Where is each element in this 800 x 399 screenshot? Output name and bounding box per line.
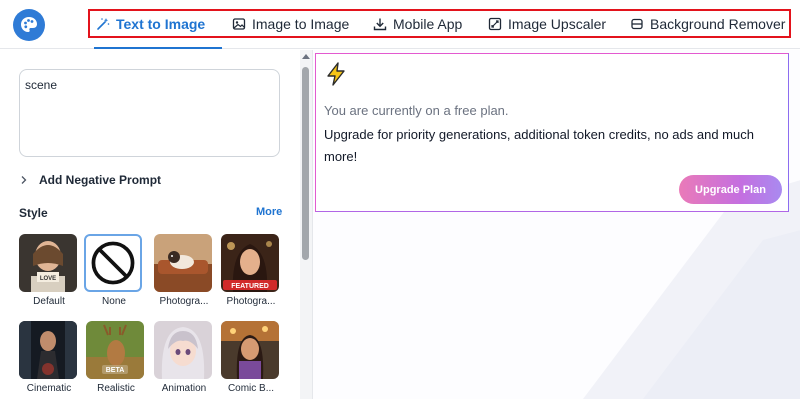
- style-option-comic-book[interactable]: Comic B...: [221, 321, 281, 394]
- top-header: Text to Image Image to Image Mobile App …: [0, 0, 800, 49]
- style-option-label: Realistic: [97, 383, 135, 394]
- free-plan-notice: You are currently on a free plan.: [324, 103, 509, 118]
- chevron-right-icon: [21, 176, 27, 184]
- style-option-animation[interactable]: Animation: [154, 321, 214, 394]
- style-option-label: Photogra...: [159, 296, 209, 307]
- upgrade-description: Upgrade for priority generations, additi…: [324, 127, 754, 164]
- style-heading: Style: [19, 206, 48, 220]
- style-option-photography-2[interactable]: FEATURED Photogra...: [221, 234, 281, 307]
- image-icon: [232, 17, 246, 30]
- style-more-link[interactable]: More: [256, 206, 282, 218]
- download-icon: [373, 18, 387, 30]
- style-option-realistic[interactable]: BETA Realistic: [86, 321, 146, 394]
- style-thumbnail: BETA: [86, 321, 144, 379]
- magic-wand-icon: [97, 17, 110, 30]
- style-thumbnail: [221, 321, 279, 379]
- expand-icon: [488, 17, 502, 30]
- tab-text-to-image[interactable]: Text to Image: [96, 11, 205, 36]
- tab-mobile-app[interactable]: Mobile App: [373, 11, 462, 36]
- style-thumbnail: [154, 234, 212, 292]
- tab-label: Image Upscaler: [508, 15, 607, 32]
- style-thumbnail: [84, 234, 142, 292]
- style-option-label: None: [102, 296, 126, 307]
- scrollbar-thumb[interactable]: [302, 67, 309, 260]
- tab-background-remover[interactable]: Background Remover: [630, 11, 785, 36]
- negative-prompt-label: Add Negative Prompt: [39, 173, 162, 187]
- tab-label: Image to Image: [252, 15, 350, 32]
- upgrade-plan-button[interactable]: Upgrade Plan: [679, 175, 782, 204]
- style-badge: FEATURED: [231, 283, 269, 290]
- style-option-photography-1[interactable]: Photogra...: [154, 234, 214, 307]
- settings-panel: scene Add Negative Prompt Style More LOV…: [0, 50, 299, 399]
- lightning-icon: [327, 62, 345, 86]
- style-thumbnail: FEATURED: [221, 234, 279, 292]
- prompt-input[interactable]: scene: [19, 69, 280, 157]
- palette-icon[interactable]: [13, 9, 45, 41]
- tab-label: Background Remover: [650, 15, 786, 32]
- no-style-icon: [91, 241, 135, 285]
- style-thumbnail: [154, 321, 212, 379]
- app-root: Text to Image Image to Image Mobile App …: [0, 0, 800, 399]
- style-option-label: Animation: [161, 383, 207, 394]
- style-option-label: Default: [33, 296, 65, 307]
- tab-image-to-image[interactable]: Image to Image: [232, 11, 349, 36]
- layers-icon: [631, 18, 643, 29]
- style-option-label: Comic B...: [227, 383, 275, 394]
- main-nav: Text to Image Image to Image Mobile App …: [88, 9, 791, 38]
- add-negative-prompt-toggle[interactable]: Add Negative Prompt: [19, 173, 161, 187]
- style-thumbnail: LOVE: [19, 234, 77, 292]
- style-option-label: Cinematic: [26, 383, 72, 394]
- style-option-cinematic[interactable]: Cinematic: [19, 321, 79, 394]
- style-thumbnail: [19, 321, 77, 379]
- tab-label: Mobile App: [393, 15, 463, 32]
- style-option-label: Photogra...: [226, 296, 276, 307]
- style-badge: LOVE: [40, 276, 56, 282]
- style-badge: BETA: [106, 367, 125, 374]
- scroll-up-arrow-icon[interactable]: [302, 54, 310, 59]
- active-tab-indicator: [94, 47, 222, 49]
- upgrade-promo-card: You are currently on a free plan. Upgrad…: [315, 53, 789, 212]
- style-option-default[interactable]: LOVE Default: [19, 234, 79, 307]
- tab-image-upscaler[interactable]: Image Upscaler: [488, 11, 606, 36]
- tab-label: Text to Image: [116, 15, 206, 32]
- output-panel: You are currently on a free plan. Upgrad…: [312, 50, 800, 399]
- style-option-none[interactable]: None: [84, 234, 144, 307]
